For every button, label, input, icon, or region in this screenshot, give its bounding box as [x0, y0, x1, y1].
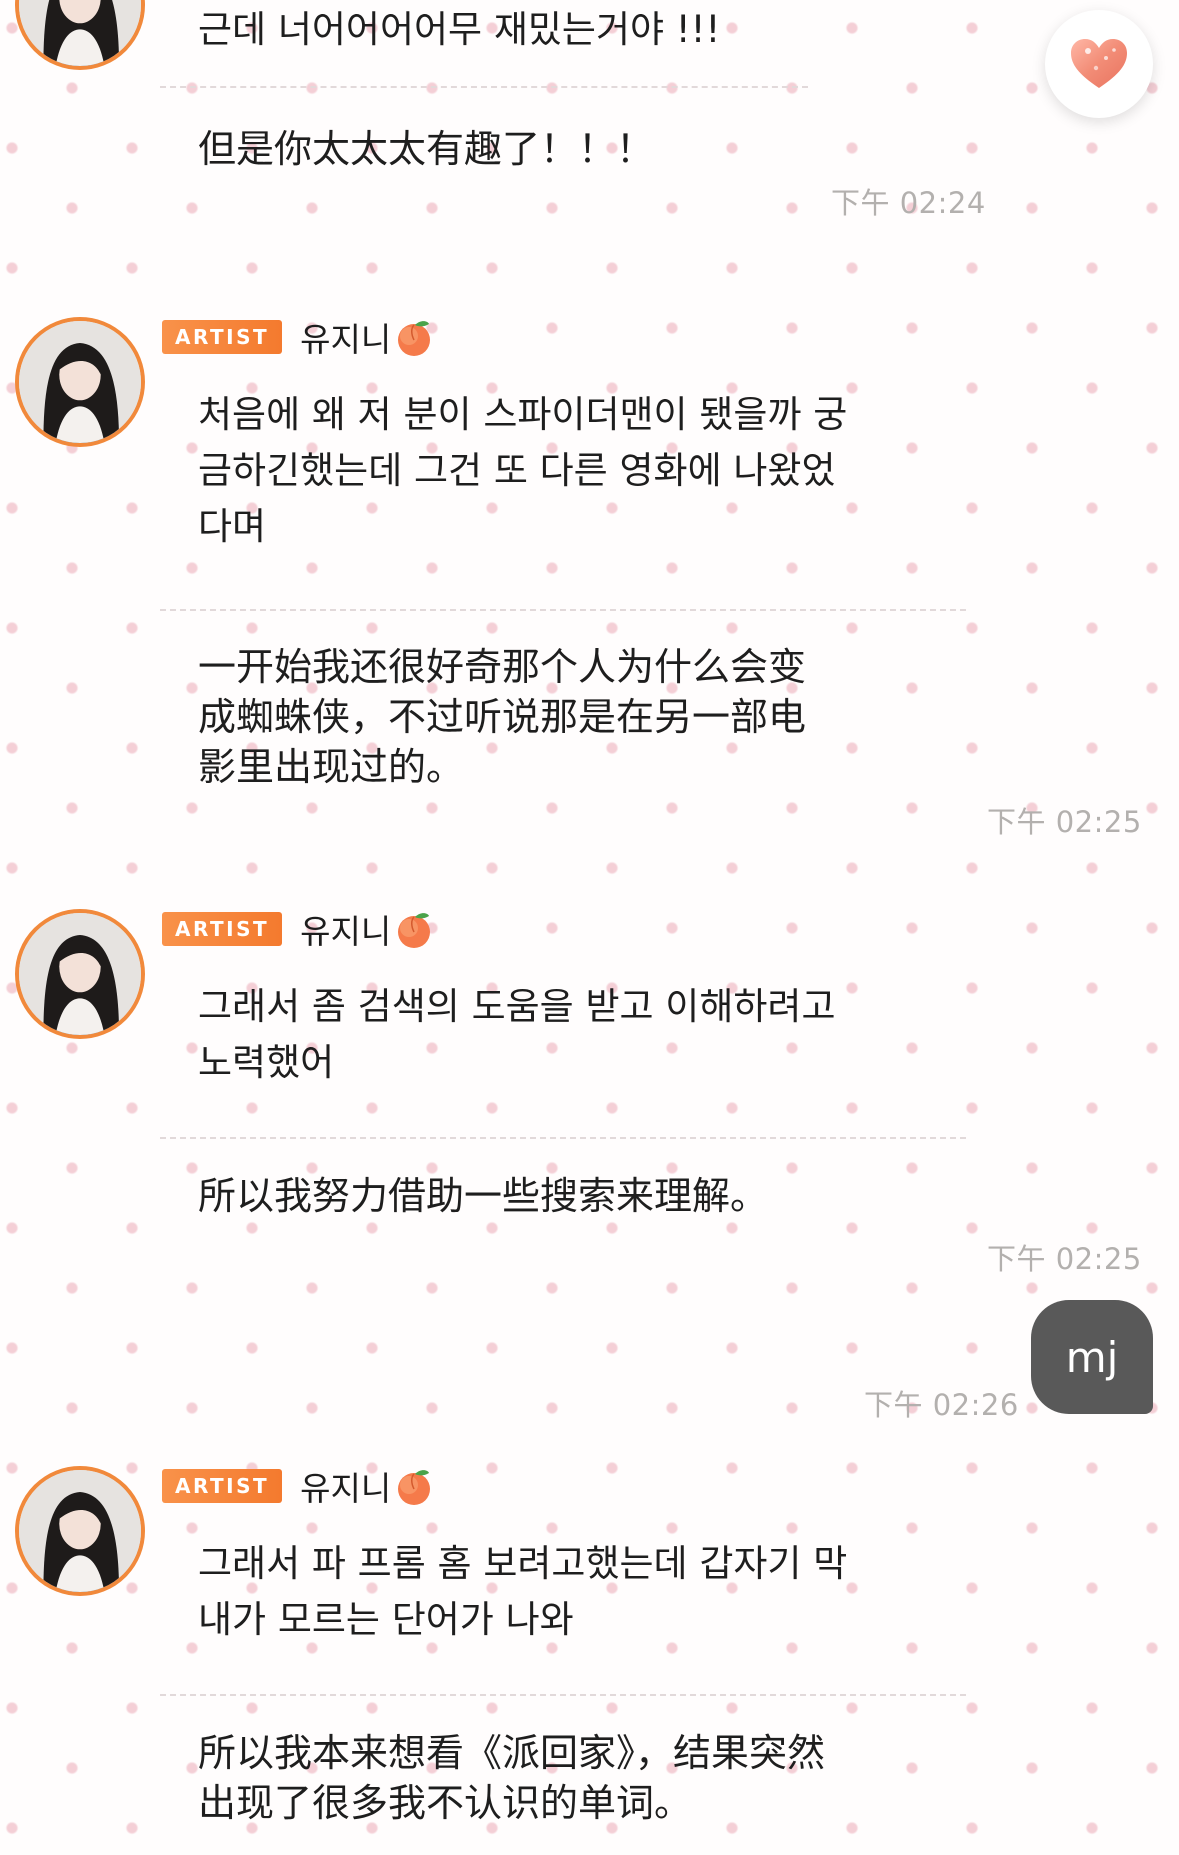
message-header: ARTIST 유지니: [162, 1466, 435, 1508]
message-header: ARTIST 유지니: [162, 909, 435, 951]
avatar[interactable]: [15, 909, 145, 1039]
artist-badge: ARTIST: [162, 320, 283, 354]
message-divider: [160, 609, 966, 611]
my-reply-bubble[interactable]: mj: [1031, 1300, 1153, 1414]
message-korean: 그래서 파 프롬 홈 보려고했는데 갑자기 막 내가 모르는 단어가 나와: [198, 1542, 848, 1641]
message-korean: 근데 너어어어어무 재밌는거야 !!!: [198, 8, 721, 51]
message-time: 下午 02:25: [987, 805, 1142, 839]
peach-icon: [398, 913, 431, 948]
message-korean: 처음에 왜 저 분이 스파이더맨이 됐을까 궁 금하긴했는데 그건 또 다른 영…: [198, 393, 848, 548]
sender-name[interactable]: 유지니: [300, 905, 435, 953]
peach-icon: [398, 1470, 431, 1505]
sender-name-text: 유지니: [300, 1469, 392, 1508]
message-translation: 所以我努力借助一些搜索来理解。: [198, 1174, 769, 1218]
heart-icon: [1071, 39, 1127, 88]
message-time: 下午 02:25: [987, 1242, 1142, 1276]
my-reply-time: 下午 02:26: [864, 1388, 1019, 1422]
avatar[interactable]: [15, 0, 145, 70]
avatar[interactable]: [15, 1466, 145, 1596]
peach-icon: [398, 321, 431, 356]
sender-name-text: 유지니: [300, 320, 392, 359]
artist-badge: ARTIST: [162, 1469, 283, 1503]
artist-badge: ARTIST: [162, 912, 283, 946]
sender-name-text: 유지니: [300, 912, 392, 951]
heart-reaction-button[interactable]: [1045, 10, 1153, 118]
avatar[interactable]: [15, 317, 145, 447]
message-translation: 但是你太太太有趣了！！！: [198, 127, 655, 171]
message-translation: 所以我本来想看《派回家》，结果突然 出现了很多我不认识的单词。: [198, 1731, 826, 1825]
message-translation: 一开始我还很好奇那个人为什么会变 成蜘蛛侠，不过听说那是在另一部电 影里出现过的…: [198, 645, 807, 789]
sender-name[interactable]: 유지니: [300, 313, 435, 361]
message-time: 下午 02:24: [831, 186, 986, 220]
message-header: ARTIST 유지니: [162, 317, 435, 359]
message-divider: [160, 86, 808, 88]
message-divider: [160, 1694, 966, 1696]
sender-name[interactable]: 유지니: [300, 1462, 435, 1510]
message-divider: [160, 1137, 966, 1139]
message-korean: 그래서 좀 검색의 도움을 받고 이해하려고 노력했어: [198, 985, 836, 1084]
